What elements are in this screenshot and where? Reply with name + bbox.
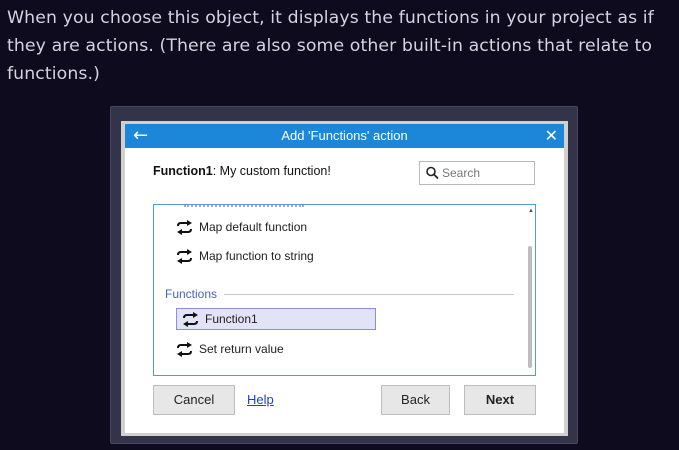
back-button[interactable]: Back (381, 385, 450, 415)
list-item-label: Function1 (205, 312, 258, 326)
actions-list[interactable]: Map default function Map function to str… (153, 204, 536, 376)
list-item-label: Set return value (199, 342, 284, 356)
dialog-content: Function1: My custom function! Search Ma… (125, 148, 564, 433)
function-heading: Function1: My custom function! (153, 164, 331, 178)
scroll-up-icon[interactable]: ▲ (528, 208, 534, 214)
next-button[interactable]: Next (464, 385, 536, 415)
close-icon[interactable]: ✕ (545, 124, 558, 148)
function-name: Function1 (153, 164, 213, 178)
dialog-title: Add 'Functions' action (281, 128, 408, 143)
list-item-label: Map function to string (199, 249, 314, 263)
dialog-titlebar: ← Add 'Functions' action ✕ (125, 124, 564, 148)
loop-arrows-icon (177, 219, 192, 235)
function-description: : My custom function! (212, 164, 331, 178)
help-link[interactable]: Help (247, 392, 274, 407)
group-label-functions: Functions (165, 287, 224, 301)
search-icon (426, 166, 439, 179)
list-scrollbar[interactable]: ▲ (526, 206, 534, 374)
intro-paragraph: When you choose this object, it displays… (7, 8, 654, 84)
cancel-button[interactable]: Cancel (153, 385, 235, 415)
search-input[interactable]: Search (419, 161, 535, 185)
list-item-set-return-value[interactable]: Set return value (176, 338, 284, 360)
scrollbar-thumb[interactable] (528, 246, 532, 368)
clipped-item-above (184, 205, 304, 207)
loop-arrows-icon (183, 311, 198, 327)
list-item-function1[interactable]: Function1 (176, 308, 376, 330)
loop-arrows-icon (177, 248, 192, 264)
group-divider (224, 294, 514, 295)
loop-arrows-icon (177, 341, 192, 357)
add-action-dialog: ← Add 'Functions' action ✕ Function1: My… (121, 121, 568, 436)
list-item-label: Map default function (199, 220, 308, 234)
list-item-map-default-function[interactable]: Map default function (176, 216, 307, 238)
search-placeholder: Search (442, 166, 481, 180)
list-item-map-function-to-string[interactable]: Map function to string (176, 245, 314, 267)
